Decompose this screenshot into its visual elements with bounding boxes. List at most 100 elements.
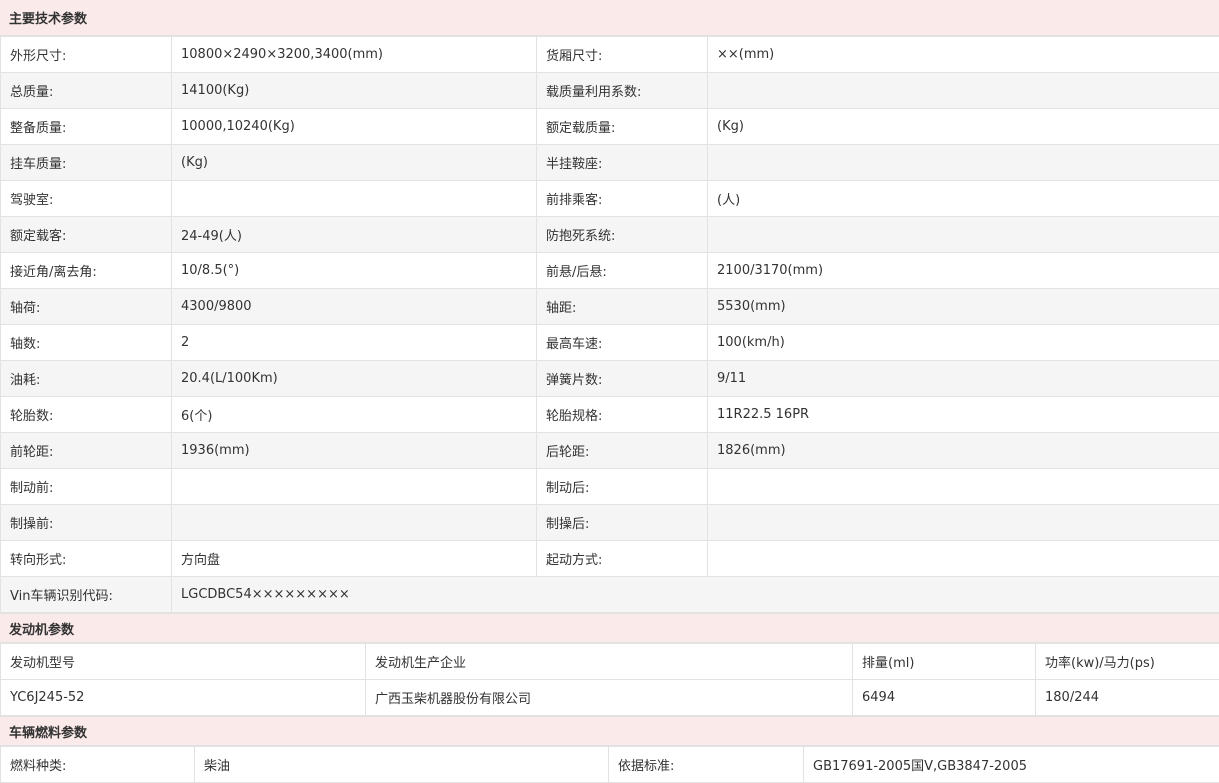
param-value: 2 [172,325,537,361]
param-label: 轮胎规格: [537,397,708,433]
spec-page: 主要技术参数 外形尺寸:10800×2490×3200,3400(mm)货厢尺寸… [0,0,1219,783]
tech-row: 接近角/离去角:10/8.5(°)前悬/后悬:2100/3170(mm) [1,253,1219,289]
param-label: 总质量: [1,73,172,109]
vin-label: Vin车辆识别代码: [1,577,172,613]
param-label: 货厢尺寸: [537,37,708,73]
param-value: 1826(mm) [708,433,1219,469]
param-value: 方向盘 [172,541,537,577]
param-label: 挂车质量: [1,145,172,181]
param-value [172,181,537,217]
param-label: 额定载客: [1,217,172,253]
engine-maker-header: 发动机生产企业 [366,644,853,680]
param-label: 制动后: [537,469,708,505]
fuel-row: 燃料种类: 柴油 依据标准: GB17691-2005国V,GB3847-200… [1,747,1219,783]
param-label: 制操后: [537,505,708,541]
param-value: (Kg) [172,145,537,181]
engine-maker-value: 广西玉柴机器股份有限公司 [366,680,853,716]
param-label: 接近角/离去角: [1,253,172,289]
param-value [708,73,1219,109]
param-label: 载质量利用系数: [537,73,708,109]
param-label: 起动方式: [537,541,708,577]
tech-row: 挂车质量:(Kg)半挂鞍座: [1,145,1219,181]
param-value: 1936(mm) [172,433,537,469]
param-value: 4300/9800 [172,289,537,325]
tech-row: 油耗:20.4(L/100Km)弹簧片数:9/11 [1,361,1219,397]
param-value: 20.4(L/100Km) [172,361,537,397]
param-value: 14100(Kg) [172,73,537,109]
param-label: 最高车速: [537,325,708,361]
param-label: 轴荷: [1,289,172,325]
param-label: 后轮距: [537,433,708,469]
tech-row: 转向形式:方向盘起动方式: [1,541,1219,577]
fuel-params-table: 燃料种类: 柴油 依据标准: GB17691-2005国V,GB3847-200… [0,746,1219,783]
param-value [172,505,537,541]
param-value: 5530(mm) [708,289,1219,325]
fuel-type-value: 柴油 [195,747,609,783]
param-value [708,505,1219,541]
param-value: 10800×2490×3200,3400(mm) [172,37,537,73]
param-label: 制操前: [1,505,172,541]
vin-value: LGCDBC54××××××××× [172,577,1219,613]
fuel-type-label: 燃料种类: [1,747,195,783]
param-value [708,145,1219,181]
displacement-value: 6494 [853,680,1036,716]
param-value [172,469,537,505]
param-value: 24-49(人) [172,217,537,253]
section-title-fuel: 车辆燃料参数 [0,716,1219,746]
param-value: 10/8.5(°) [172,253,537,289]
param-value: 100(km/h) [708,325,1219,361]
param-label: 额定载质量: [537,109,708,145]
tech-row: 轴数:2最高车速:100(km/h) [1,325,1219,361]
param-label: 轴距: [537,289,708,325]
tech-row: 驾驶室: 前排乘客:(人) [1,181,1219,217]
tech-row: 轮胎数:6(个)轮胎规格:11R22.5 16PR [1,397,1219,433]
tech-row: 制动前: 制动后: [1,469,1219,505]
param-label: 驾驶室: [1,181,172,217]
param-label: 转向形式: [1,541,172,577]
engine-params-table: 发动机型号 发动机生产企业 排量(ml) 功率(kw)/马力(ps) YC6J2… [0,643,1219,716]
fuel-standard-label: 依据标准: [609,747,804,783]
param-label: 油耗: [1,361,172,397]
tech-row: 轴荷:4300/9800轴距:5530(mm) [1,289,1219,325]
power-value: 180/244 [1036,680,1219,716]
param-label: 前排乘客: [537,181,708,217]
param-label: 轴数: [1,325,172,361]
vin-row: Vin车辆识别代码: LGCDBC54××××××××× [1,577,1219,613]
tech-row: 前轮距:1936(mm)后轮距:1826(mm) [1,433,1219,469]
param-label: 前悬/后悬: [537,253,708,289]
section-title-tech: 主要技术参数 [0,0,1219,36]
engine-data-row: YC6J245-52 广西玉柴机器股份有限公司 6494 180/244 [1,680,1219,716]
param-value: 6(个) [172,397,537,433]
tech-row: 额定载客:24-49(人)防抱死系统: [1,217,1219,253]
param-label: 制动前: [1,469,172,505]
param-value [708,469,1219,505]
param-label: 弹簧片数: [537,361,708,397]
engine-model-header: 发动机型号 [1,644,366,680]
param-label: 轮胎数: [1,397,172,433]
param-label: 外形尺寸: [1,37,172,73]
param-value: 9/11 [708,361,1219,397]
tech-row: 外形尺寸:10800×2490×3200,3400(mm)货厢尺寸:××(mm) [1,37,1219,73]
fuel-standard-value: GB17691-2005国V,GB3847-2005 [804,747,1219,783]
param-value [708,217,1219,253]
param-value: 2100/3170(mm) [708,253,1219,289]
section-title-engine: 发动机参数 [0,613,1219,643]
param-value [708,541,1219,577]
param-label: 整备质量: [1,109,172,145]
tech-row: 制操前: 制操后: [1,505,1219,541]
param-value: (Kg) [708,109,1219,145]
displacement-header: 排量(ml) [853,644,1036,680]
param-label: 防抱死系统: [537,217,708,253]
power-header: 功率(kw)/马力(ps) [1036,644,1219,680]
tech-row: 总质量:14100(Kg)载质量利用系数: [1,73,1219,109]
param-value: 10000,10240(Kg) [172,109,537,145]
param-value: ××(mm) [708,37,1219,73]
engine-header-row: 发动机型号 发动机生产企业 排量(ml) 功率(kw)/马力(ps) [1,644,1219,680]
tech-row: 整备质量:10000,10240(Kg)额定载质量:(Kg) [1,109,1219,145]
param-value: (人) [708,181,1219,217]
param-value: 11R22.5 16PR [708,397,1219,433]
param-label: 前轮距: [1,433,172,469]
engine-model-value: YC6J245-52 [1,680,366,716]
param-label: 半挂鞍座: [537,145,708,181]
tech-params-table: 外形尺寸:10800×2490×3200,3400(mm)货厢尺寸:××(mm)… [0,36,1219,613]
